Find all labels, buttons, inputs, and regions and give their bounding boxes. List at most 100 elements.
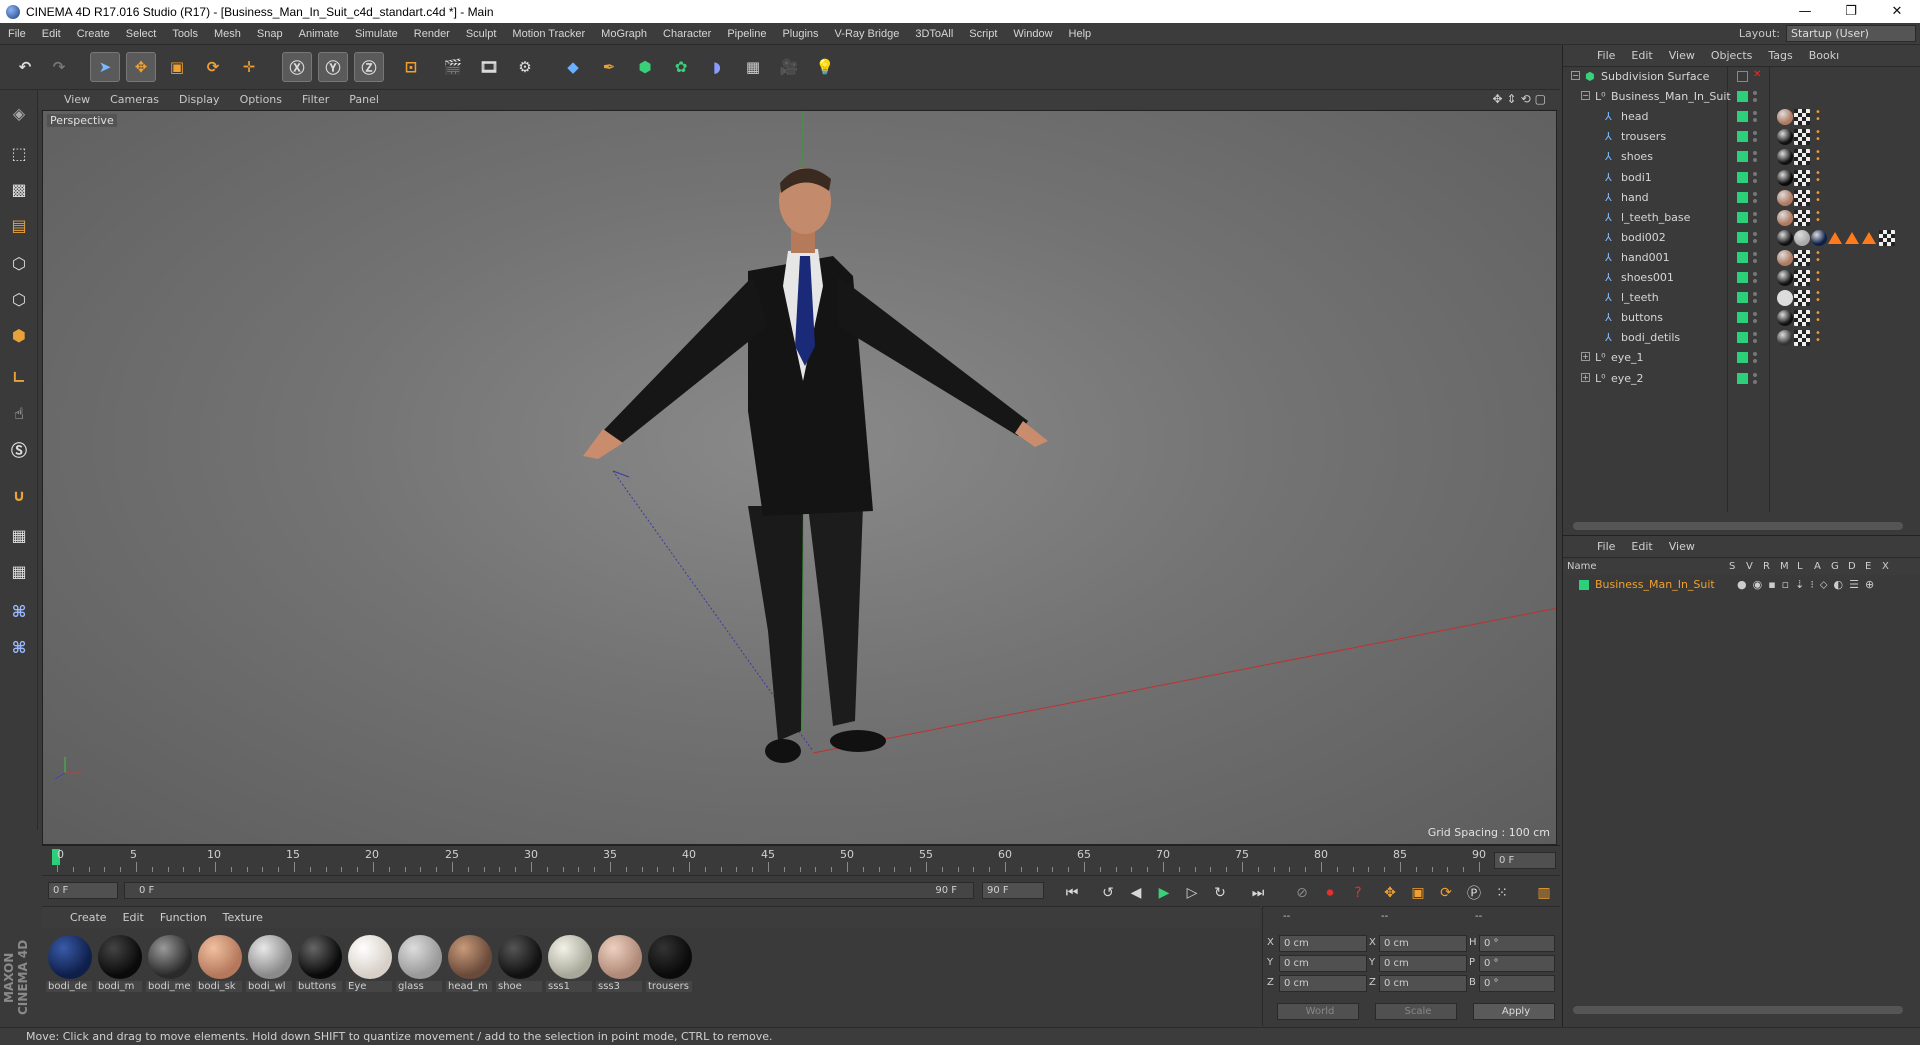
current-frame-field[interactable]: 0 F xyxy=(48,882,118,899)
undo-icon[interactable]: ↶ xyxy=(10,52,40,82)
menu-sculpt[interactable]: Sculpt xyxy=(458,28,505,40)
render-visibility-dots[interactable] xyxy=(1753,211,1757,224)
size-y-field[interactable]: 0 cm xyxy=(1379,955,1467,972)
object-row[interactable]: ⅄ head xyxy=(1563,107,1920,127)
material-swatch[interactable]: head_m xyxy=(446,935,494,995)
render-visibility-dots[interactable] xyxy=(1753,131,1757,143)
expand-toggle-icon[interactable]: + xyxy=(1581,372,1590,382)
object-row[interactable]: ⅄ trousers xyxy=(1563,127,1920,147)
menu-window[interactable]: Window xyxy=(1005,28,1060,40)
layer-horizontal-scrollbar[interactable] xyxy=(1573,1006,1903,1014)
menu-create[interactable]: Create xyxy=(69,28,118,40)
position-y-field[interactable]: 0 cm xyxy=(1279,955,1367,972)
material-swatch[interactable]: bodi_de xyxy=(46,935,94,995)
warning-tag-icon[interactable] xyxy=(1862,231,1876,244)
goto-start-icon[interactable]: ⏮ xyxy=(1060,882,1084,904)
play-forward-icon[interactable]: ▶ xyxy=(1152,882,1176,904)
points-mode-icon[interactable]: ⬡ xyxy=(4,248,34,278)
record-keys-icon[interactable]: ⊘ xyxy=(1290,882,1314,904)
snap-enable-icon[interactable]: Ⓢ xyxy=(4,434,34,464)
warning-tag-icon[interactable] xyxy=(1845,231,1859,244)
current-frame-right-field[interactable]: 0 F xyxy=(1494,852,1556,869)
phong-tag-icon[interactable] xyxy=(1811,170,1827,186)
material-tag-icon[interactable] xyxy=(1777,229,1793,246)
menu-simulate[interactable]: Simulate xyxy=(347,28,406,40)
viewport-navigation-icons[interactable]: ✥⇕⟲▢ xyxy=(1492,92,1550,106)
render-visibility-dots[interactable] xyxy=(1753,91,1757,103)
visibility-toggle[interactable] xyxy=(1737,332,1748,344)
tweak-mode-icon[interactable]: ☝ xyxy=(4,398,34,428)
material-swatch[interactable]: bodi_sk xyxy=(196,935,244,995)
render-visibility-dots[interactable] xyxy=(1753,171,1757,184)
layer-menu-view[interactable]: View xyxy=(1661,540,1703,553)
render-visibility-dots[interactable] xyxy=(1753,272,1757,284)
redo-icon[interactable]: ↷ xyxy=(44,52,74,82)
menu-3dtoall[interactable]: 3DToAll xyxy=(907,28,961,40)
expand-toggle-icon[interactable]: − xyxy=(1571,71,1580,80)
viewport-menu-options[interactable]: Options xyxy=(230,93,292,106)
goto-end-icon[interactable]: ⏭ xyxy=(1246,882,1270,904)
object-row[interactable]: ⅄ bodi_detils xyxy=(1563,328,1920,348)
phong-tag-icon[interactable] xyxy=(1811,250,1827,266)
magnet-icon[interactable]: ∪ xyxy=(4,480,34,510)
layer-menu-edit[interactable]: Edit xyxy=(1623,540,1660,553)
viewport-menu-cameras[interactable]: Cameras xyxy=(100,93,169,106)
expand-toggle-icon[interactable]: − xyxy=(1581,91,1590,101)
texture-tag-icon[interactable] xyxy=(1794,330,1810,347)
restore-button[interactable]: ❐ xyxy=(1828,0,1874,23)
render-visibility-dots[interactable] xyxy=(1753,231,1757,244)
phong-tag-icon[interactable] xyxy=(1811,310,1827,326)
menu-plugins[interactable]: Plugins xyxy=(774,28,826,40)
material-menu-texture[interactable]: Texture xyxy=(215,911,271,924)
python-script-2-icon[interactable]: ⌘ xyxy=(4,632,34,662)
material-tag-icon[interactable] xyxy=(1777,189,1793,206)
texture-tag-icon[interactable] xyxy=(1794,189,1810,206)
material-tag-icon[interactable] xyxy=(1777,330,1793,347)
size-mode-dropdown[interactable]: Scale xyxy=(1375,1003,1457,1020)
render-visibility-dots[interactable] xyxy=(1753,292,1757,304)
menu-mograph[interactable]: MoGraph xyxy=(593,28,655,40)
render-visibility-dots[interactable] xyxy=(1753,332,1757,344)
material-menu-function[interactable]: Function xyxy=(152,911,215,924)
light-bulb-icon[interactable]: 💡 xyxy=(810,52,840,82)
texture-tag-icon[interactable] xyxy=(1879,229,1895,246)
material-swatch[interactable]: bodi_me xyxy=(146,935,194,995)
visibility-toggle[interactable] xyxy=(1737,231,1748,243)
material-swatch[interactable]: sss3 xyxy=(596,935,644,995)
subdivision-surface-icon[interactable]: ⬢ xyxy=(630,52,660,82)
polygons-mode-icon[interactable]: ⬢ xyxy=(4,320,34,350)
material-swatch[interactable]: shoe xyxy=(496,935,544,995)
render-view-icon[interactable]: 🎬 xyxy=(438,52,468,82)
edges-mode-icon[interactable]: ⬡ xyxy=(4,284,34,314)
object-menu-edit[interactable]: Edit xyxy=(1623,49,1660,62)
key-rotation-icon[interactable]: ⟳ xyxy=(1434,882,1458,904)
object-row[interactable]: ⅄ hand001 xyxy=(1563,248,1920,268)
texture-tag-icon[interactable] xyxy=(1794,129,1810,146)
workplane-mode-icon[interactable]: ▤ xyxy=(4,210,34,240)
keyframe-selection-icon[interactable]: ? xyxy=(1346,882,1370,904)
menu-vray-bridge[interactable]: V-Ray Bridge xyxy=(827,28,908,40)
viewport-menu-filter[interactable]: Filter xyxy=(292,93,339,106)
visibility-toggle[interactable] xyxy=(1737,191,1748,203)
material-swatch[interactable]: trousers xyxy=(646,935,694,995)
object-menu-view[interactable]: View xyxy=(1661,49,1703,62)
model-mode-icon[interactable]: ⬚ xyxy=(4,138,34,168)
visibility-toggle[interactable] xyxy=(1737,312,1748,324)
make-editable-icon[interactable]: ◈ xyxy=(4,98,34,128)
mograph-cloner-icon[interactable]: ✿ xyxy=(666,52,696,82)
material-tag-icon[interactable] xyxy=(1777,290,1793,307)
perspective-viewport[interactable]: Perspective Grid Spacing: 100 cm xyxy=(42,110,1557,845)
camera-icon[interactable]: 🎥 xyxy=(774,52,804,82)
live-selection-icon[interactable]: ✛ xyxy=(234,52,264,82)
layout-dropdown[interactable]: Startup (User) xyxy=(1786,25,1916,42)
z-axis-lock-icon[interactable]: Ⓩ xyxy=(354,52,384,82)
menu-snap[interactable]: Snap xyxy=(249,28,291,40)
texture-tag-icon[interactable] xyxy=(1794,109,1810,126)
visibility-toggle[interactable] xyxy=(1737,131,1748,143)
object-row[interactable]: ⅄ bodi1 xyxy=(1563,168,1920,188)
object-menu-file[interactable]: File xyxy=(1589,49,1623,62)
object-row[interactable]: − L⁰ Business_Man_In_Suit xyxy=(1563,87,1920,107)
menu-mesh[interactable]: Mesh xyxy=(206,28,249,40)
visibility-toggle[interactable] xyxy=(1737,292,1748,304)
axis-mode-icon[interactable]: ∟ xyxy=(4,362,34,392)
